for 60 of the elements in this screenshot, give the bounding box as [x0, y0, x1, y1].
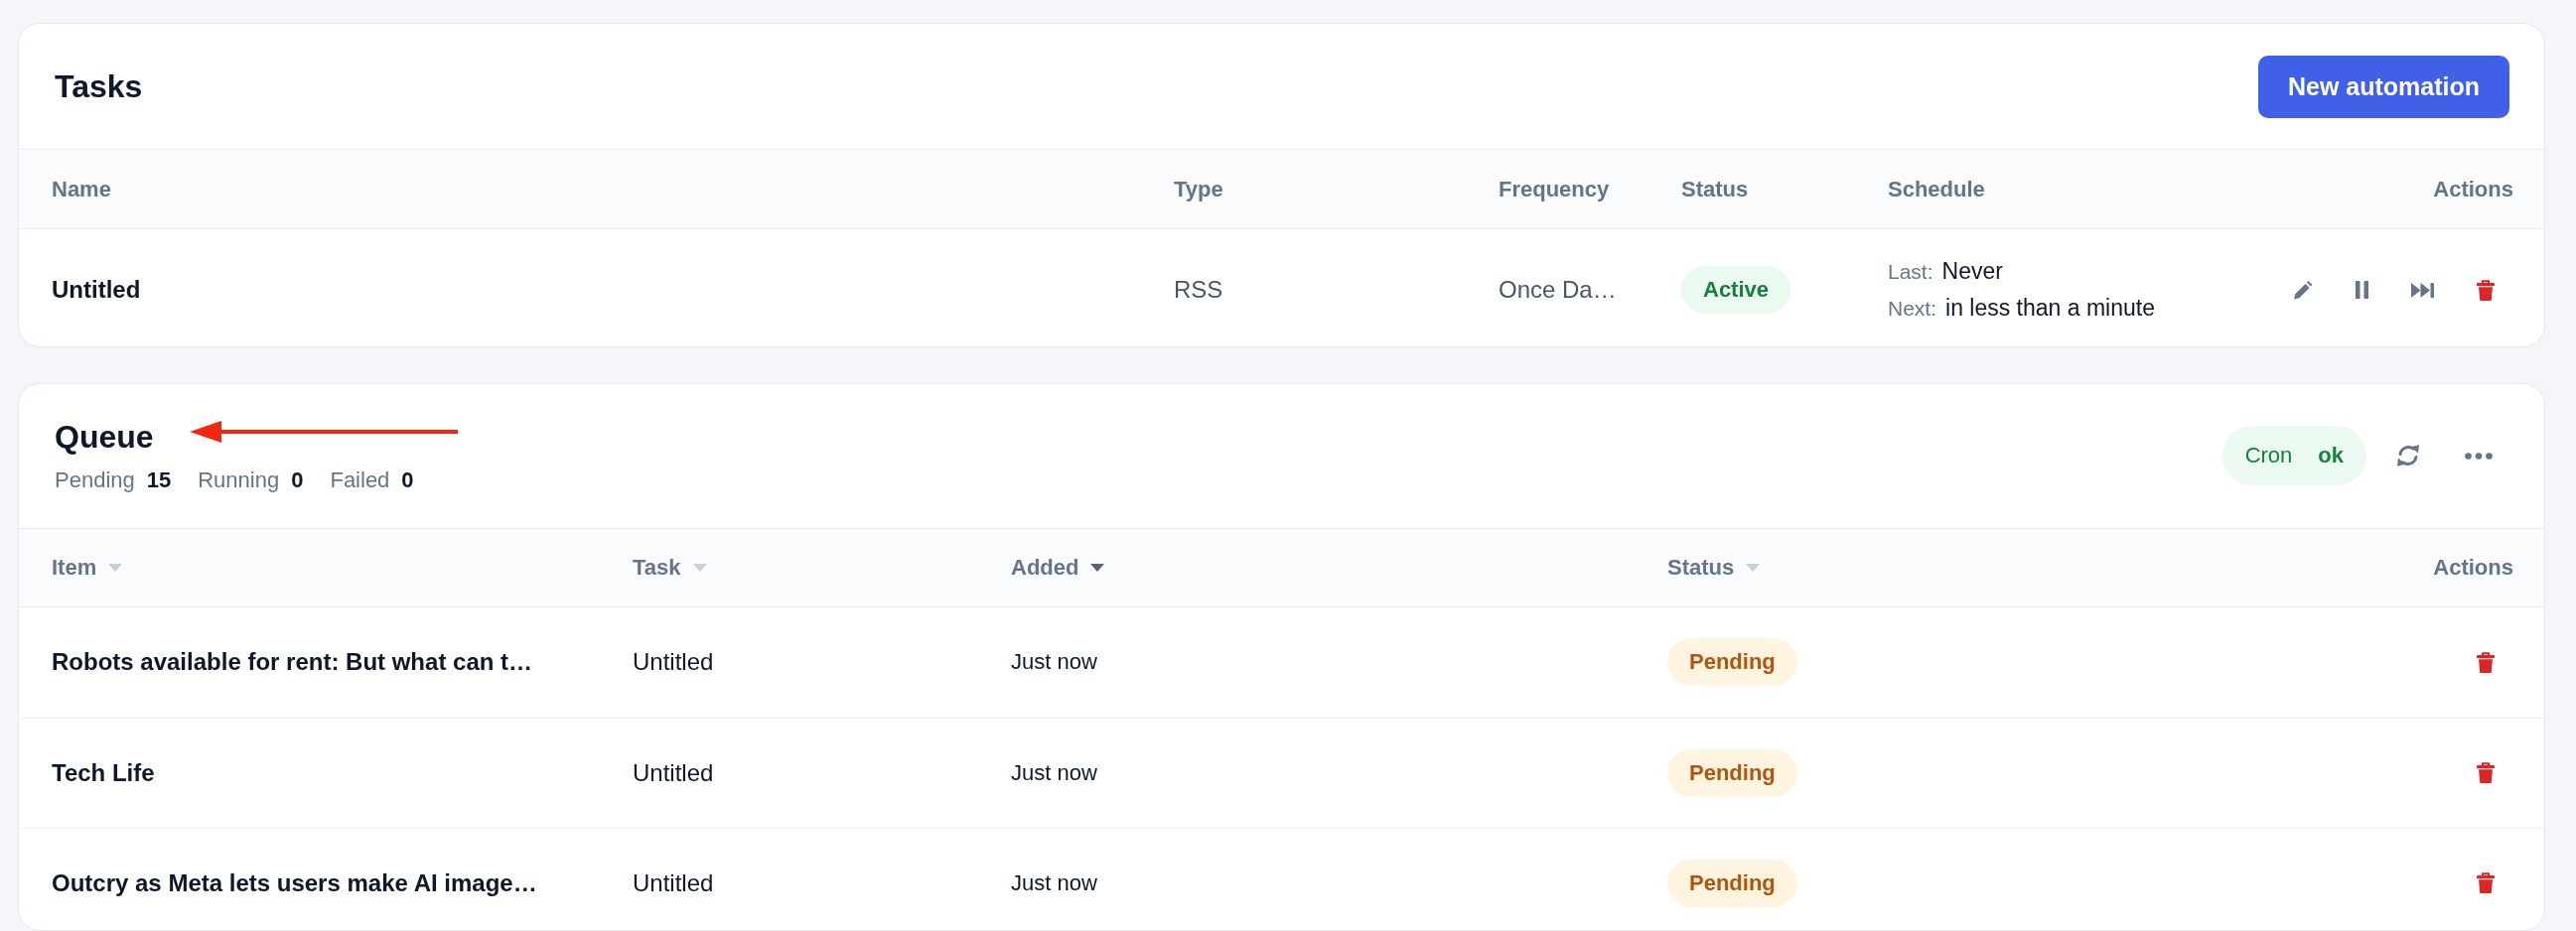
column-header: Type: [1174, 176, 1224, 202]
skip-button[interactable]: [2411, 282, 2434, 298]
pause-icon: [2356, 281, 2368, 299]
pencil-icon: [2293, 280, 2313, 300]
table-cell-text: Untitled: [633, 648, 715, 677]
delete-button[interactable]: [2477, 872, 2495, 894]
trash-icon: [2477, 872, 2495, 894]
table-cell-text: Just now: [1011, 759, 1098, 786]
schedule-value: Never: [1941, 258, 2003, 285]
card-title: Tasks: [55, 68, 143, 104]
column-header: Actions: [2433, 176, 2513, 202]
schedule-label: Next:: [1888, 297, 1936, 321]
table-cell-text: Robots available for rent: But what can t…: [52, 648, 534, 677]
status-badge: Pending: [1667, 638, 1797, 687]
schedule-value: in less than a minute: [1945, 295, 2155, 322]
table-cell-text: Untitled: [633, 868, 715, 897]
table-cell-text: RSS: [1174, 276, 1224, 304]
pause-button[interactable]: [2356, 281, 2368, 299]
table-cell-text: Tech Life: [52, 758, 156, 787]
delete-button[interactable]: [2477, 762, 2495, 784]
stat-value: 0: [291, 466, 304, 493]
status-badge: Active: [1681, 266, 1791, 314]
trash-icon: [2477, 651, 2495, 673]
edit-button[interactable]: [2293, 280, 2313, 300]
table-cell-text: Just now: [1011, 649, 1098, 676]
new-automation-button[interactable]: New automation: [2257, 55, 2509, 118]
table-cell-text: Outcry as Meta lets users make AI image…: [52, 868, 538, 897]
refresh-icon: [2395, 444, 2421, 468]
status-label: Cron: [2244, 443, 2293, 469]
column-header[interactable]: Item: [52, 554, 123, 581]
refresh-button[interactable]: [2395, 444, 2421, 468]
skip-forward-icon: [2411, 282, 2434, 298]
trash-icon: [2477, 279, 2495, 301]
column-header[interactable]: Task: [633, 554, 707, 581]
column-header: Frequency: [1499, 176, 1611, 202]
more-icon: [2465, 452, 2493, 460]
stat-label: Pending: [55, 466, 135, 493]
table-cell-text: Just now: [1011, 869, 1098, 896]
stat-label: Running: [198, 466, 280, 493]
column-header: Schedule: [1888, 176, 1986, 202]
table-cell-text: Untitled: [633, 758, 715, 787]
stat-value: 15: [146, 466, 172, 493]
status-value: ok: [2318, 443, 2344, 469]
column-header[interactable]: Status: [1667, 554, 1761, 581]
delete-button[interactable]: [2477, 651, 2495, 673]
stat-label: Failed: [330, 466, 390, 493]
more-button[interactable]: [2465, 452, 2493, 460]
stat-value: 0: [401, 466, 414, 493]
status-badge: Pending: [1667, 859, 1797, 907]
table-cell-text: Untitled: [52, 276, 142, 304]
schedule-label: Last:: [1888, 260, 1933, 284]
delete-button[interactable]: [2477, 279, 2495, 301]
table-cell-text: Once Da…: [1499, 276, 1618, 304]
column-header: Actions: [2433, 554, 2513, 581]
column-header[interactable]: Added: [1011, 554, 1105, 581]
card-title: Queue: [55, 418, 154, 455]
trash-icon: [2477, 762, 2495, 784]
status-badge: Pending: [1667, 748, 1797, 797]
column-header: Name: [52, 176, 112, 202]
column-header: Status: [1681, 176, 1750, 202]
